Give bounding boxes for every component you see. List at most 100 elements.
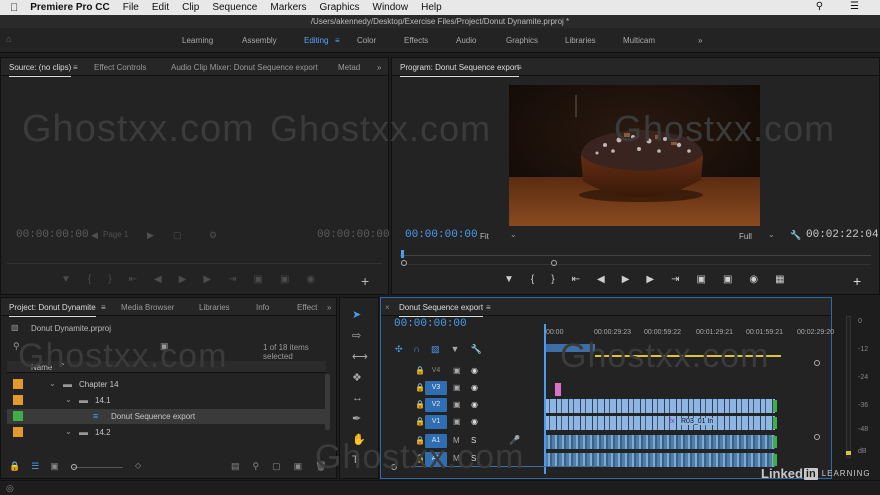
program-menu-icon[interactable]: ≡ (517, 63, 522, 72)
step-back-icon[interactable]: ◀ (154, 274, 162, 285)
transition-marker[interactable] (773, 417, 777, 429)
track-target[interactable]: V2 (425, 398, 447, 412)
pen-tool-icon[interactable]: ✒ (352, 412, 368, 425)
compare-icon[interactable]: ▦ (775, 274, 784, 285)
lift-icon[interactable]: ▣ (696, 274, 705, 285)
play-icon[interactable]: ▶ (179, 274, 187, 285)
program-add-button-icon[interactable]: + (853, 273, 861, 289)
program-scrubber[interactable] (400, 255, 871, 256)
camera-icon[interactable]: ◉ (749, 274, 758, 285)
quality-chevron-icon[interactable]: ⌄ (768, 230, 775, 239)
transition-marker[interactable] (773, 436, 777, 448)
timeline-zoom-bar[interactable] (411, 466, 611, 467)
work-area-bar[interactable] (545, 344, 595, 352)
new-bin-from-search-icon[interactable]: ▣ (160, 341, 169, 352)
automate-icon[interactable]: ▤ (231, 461, 240, 472)
list-icon[interactable]: ☰ (850, 1, 859, 12)
tab-audio-clip-mixer[interactable]: Audio Clip Mixer: Donut Sequence export (171, 63, 318, 72)
timeline-zoom-left[interactable] (391, 464, 397, 470)
new-item-icon[interactable]: ▣ (294, 461, 303, 472)
status-icon[interactable]: ◎ (6, 483, 14, 494)
tab-effect-controls[interactable]: Effect Controls (94, 63, 146, 72)
track-select-tool-icon[interactable]: ⇨ (352, 329, 368, 342)
workspace-menu-icon[interactable]: ≡ (335, 36, 340, 45)
add-button-icon[interactable]: + (361, 273, 369, 289)
slip-tool-icon[interactable]: ↔ (352, 392, 368, 404)
new-bin-icon[interactable]: ▢ (272, 461, 281, 472)
tab-effects[interactable]: Effect (297, 303, 317, 312)
track-target[interactable]: V1 (425, 415, 447, 429)
track-lane[interactable]: R03_01 In fx (545, 415, 777, 430)
transition-marker[interactable] (773, 400, 777, 412)
sync-lock-icon[interactable]: ▣ (453, 400, 461, 409)
vertical-scroll-bottom[interactable] (814, 434, 820, 440)
menu-window[interactable]: Window (373, 2, 409, 13)
lock-track-icon[interactable]: 🔒 (415, 454, 425, 463)
clip[interactable]: R03_01 In fx (545, 416, 775, 430)
ripple-edit-tool-icon[interactable]: ⟷ (352, 350, 368, 363)
source-scrubber[interactable] (7, 263, 382, 264)
project-more-icon[interactable]: » (327, 303, 331, 312)
expand-icon[interactable]: ⌄ (49, 379, 56, 388)
playhead[interactable] (401, 250, 404, 258)
track-target[interactable]: V4 (425, 364, 447, 378)
mark-in-icon[interactable]: { (88, 274, 91, 285)
menu-help[interactable]: Help (421, 2, 442, 13)
zoom-slider-handle[interactable] (71, 464, 77, 470)
tab-source-menu-icon[interactable]: ≡ (73, 63, 78, 72)
program-mark-in-icon[interactable]: { (531, 274, 534, 285)
find-icon[interactable]: ⚲ (253, 461, 260, 472)
apple-icon[interactable]:  (10, 2, 18, 14)
lock-track-icon[interactable]: 🔒 (415, 383, 425, 392)
sync-lock-icon[interactable]: ▣ (453, 417, 461, 426)
menu-markers[interactable]: Markers (270, 2, 306, 13)
column-name[interactable]: Name (31, 363, 52, 372)
lock-track-icon[interactable]: 🔒 (415, 366, 425, 375)
menu-graphics[interactable]: Graphics (320, 2, 360, 13)
list-item[interactable]: ⌄ ▬ Chapter 14 (7, 377, 325, 392)
timeline-settings-icon[interactable]: 🔧 (470, 344, 481, 355)
mute-toggle[interactable]: M (453, 454, 460, 463)
app-menu[interactable]: Premiere Pro CC (30, 2, 109, 13)
tab-media-browser[interactable]: Media Browser (121, 303, 174, 312)
workspace-effects[interactable]: Effects (404, 36, 428, 45)
more-tabs-icon[interactable]: » (377, 63, 381, 72)
sort-icon[interactable]: ⌃ (59, 362, 66, 371)
workspace-libraries[interactable]: Libraries (565, 36, 596, 45)
menu-file[interactable]: File (123, 2, 139, 13)
sort-icons-icon[interactable]: ◇ (135, 461, 141, 470)
track-target[interactable]: A2 (425, 452, 447, 466)
program-marker-icon[interactable]: ▼ (504, 274, 514, 285)
mark-out-icon[interactable]: } (108, 274, 111, 285)
list-view-icon[interactable]: ☰ (31, 461, 39, 472)
prev-page-icon[interactable]: ◀ (91, 230, 98, 241)
snap-icon[interactable]: ∩ (414, 344, 420, 355)
track-target[interactable]: V3 (425, 381, 447, 395)
nest-icon[interactable]: ✣ (395, 344, 403, 355)
track-lane[interactable] (545, 398, 777, 413)
insert-icon[interactable]: ▣ (253, 274, 262, 285)
program-go-to-out-icon[interactable]: ⇥ (671, 274, 679, 285)
next-page-icon[interactable]: ▶ (147, 230, 154, 241)
wrench-icon[interactable]: 🔧 (790, 230, 801, 241)
linked-icon[interactable]: ▨ (431, 344, 440, 355)
more-workspaces-icon[interactable]: » (698, 36, 702, 45)
tab-metadata[interactable]: Metad (338, 63, 360, 72)
marker-icon[interactable]: ▼ (61, 274, 71, 285)
timeline-menu-icon[interactable]: ≡ (486, 303, 491, 312)
eye-icon[interactable]: ◉ (471, 383, 478, 392)
expand-icon[interactable]: ⌄ (65, 395, 72, 404)
close-icon[interactable]: × (385, 303, 390, 312)
tab-timeline[interactable]: Donut Sequence export (399, 303, 484, 317)
track-target[interactable]: A1 (425, 434, 447, 448)
fit-select[interactable]: Fit (480, 232, 489, 241)
eye-icon[interactable]: ◉ (471, 400, 478, 409)
zoom-handle-right[interactable] (551, 260, 557, 266)
search-icon[interactable]: ⚲ (816, 1, 823, 12)
track-lane[interactable] (545, 381, 777, 396)
microphone-icon[interactable]: 🎤 (509, 435, 520, 446)
solo-toggle[interactable]: S (471, 454, 476, 463)
lock-track-icon[interactable]: 🔒 (415, 436, 425, 445)
type-tool-icon[interactable]: T (352, 454, 368, 466)
clip[interactable] (545, 399, 775, 413)
